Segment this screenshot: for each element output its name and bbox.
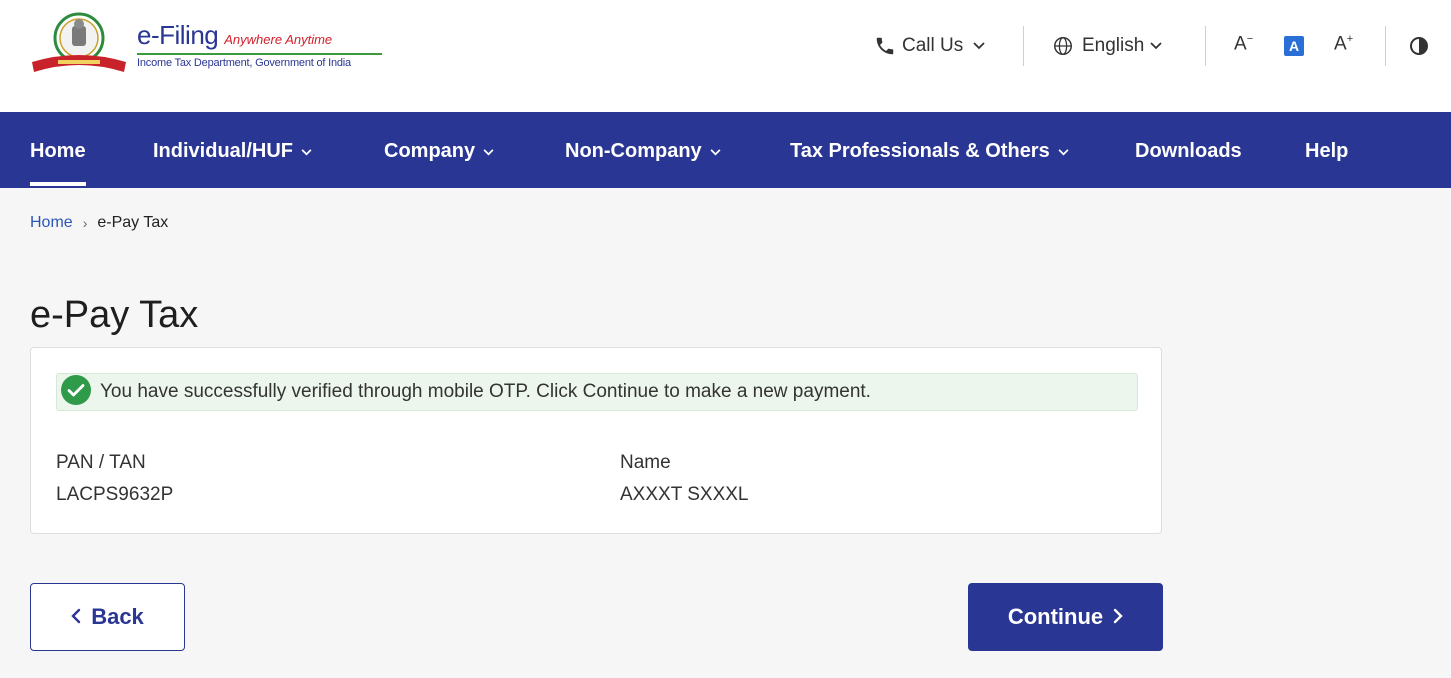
main-navigation: Home Individual/HUF Company Non-Company …	[0, 112, 1451, 188]
back-button[interactable]: Back	[30, 583, 185, 651]
globe-icon	[1052, 35, 1074, 57]
font-decrease-label: A	[1234, 33, 1247, 55]
chevron-down-icon	[973, 42, 985, 50]
success-alert-text: You have successfully verified through m…	[100, 381, 871, 402]
success-alert: You have successfully verified through m…	[56, 373, 1138, 411]
chevron-down-icon	[483, 144, 494, 159]
emblem-logo-icon[interactable]	[28, 10, 130, 78]
site-header: e-Filing Anywhere Anytime Income Tax Dep…	[0, 0, 1451, 112]
chevron-down-icon	[1150, 42, 1162, 50]
call-us-menu[interactable]: Call Us	[874, 26, 985, 66]
nav-item-tax-professionals[interactable]: Tax Professionals & Others	[790, 140, 1069, 163]
verification-card: You have successfully verified through m…	[30, 347, 1162, 534]
back-button-label: Back	[91, 604, 144, 629]
breadcrumb-separator: ›	[82, 215, 88, 231]
chevron-down-icon	[1058, 144, 1069, 159]
font-increase-label: A	[1334, 33, 1347, 55]
nav-item-label: Help	[1305, 140, 1349, 162]
name-label: Name	[620, 452, 671, 473]
nav-item-downloads[interactable]: Downloads	[1135, 140, 1242, 163]
call-us-label: Call Us	[902, 35, 964, 56]
brand-subtitle: Income Tax Department, Government of Ind…	[137, 57, 351, 69]
continue-button[interactable]: Continue	[968, 583, 1163, 651]
page-title: e-Pay Tax	[30, 294, 199, 336]
header-divider	[1023, 26, 1024, 66]
pan-tan-value: LACPS9632P	[56, 484, 174, 505]
header-divider	[1385, 26, 1386, 66]
brand-tagline: Anywhere Anytime	[224, 32, 333, 47]
nav-item-company[interactable]: Company	[384, 140, 494, 163]
nav-item-label: Tax Professionals & Others	[790, 140, 1050, 162]
nav-item-non-company[interactable]: Non-Company	[565, 140, 721, 163]
phone-icon	[874, 35, 896, 57]
font-decrease-button[interactable]: A−	[1234, 33, 1253, 55]
breadcrumb-current: e-Pay Tax	[97, 214, 169, 231]
font-normal-button[interactable]: A	[1284, 36, 1304, 56]
contrast-toggle[interactable]	[1409, 26, 1429, 66]
brand-title: e-Filing	[137, 20, 219, 50]
pan-tan-label: PAN / TAN	[56, 452, 146, 473]
nav-item-label: Company	[384, 140, 476, 162]
nav-item-label: Home	[30, 140, 86, 162]
nav-item-label: Downloads	[1135, 140, 1242, 162]
nav-active-indicator	[30, 182, 86, 186]
language-label: English	[1082, 35, 1145, 56]
check-circle-icon	[60, 374, 92, 411]
name-value: AXXXT SXXXL	[620, 484, 749, 505]
header-divider	[1205, 26, 1206, 66]
language-selector[interactable]: English	[1052, 26, 1162, 66]
brand-block[interactable]: e-Filing Anywhere Anytime Income Tax Dep…	[137, 20, 387, 69]
nav-item-individual-huf[interactable]: Individual/HUF	[153, 140, 312, 163]
font-increase-button[interactable]: A+	[1334, 33, 1353, 55]
breadcrumb: Home › e-Pay Tax	[30, 214, 168, 232]
breadcrumb-home-link[interactable]: Home	[30, 214, 73, 232]
chevron-down-icon	[301, 144, 312, 159]
contrast-icon	[1409, 36, 1429, 56]
chevron-left-icon	[71, 604, 81, 630]
nav-item-home[interactable]: Home	[30, 140, 86, 163]
chevron-right-icon	[1113, 604, 1123, 630]
brand-rule	[137, 53, 382, 55]
nav-item-label: Individual/HUF	[153, 140, 293, 162]
chevron-down-icon	[710, 144, 721, 159]
nav-item-label: Non-Company	[565, 140, 702, 162]
nav-item-help[interactable]: Help	[1305, 140, 1348, 163]
continue-button-label: Continue	[1007, 604, 1104, 629]
